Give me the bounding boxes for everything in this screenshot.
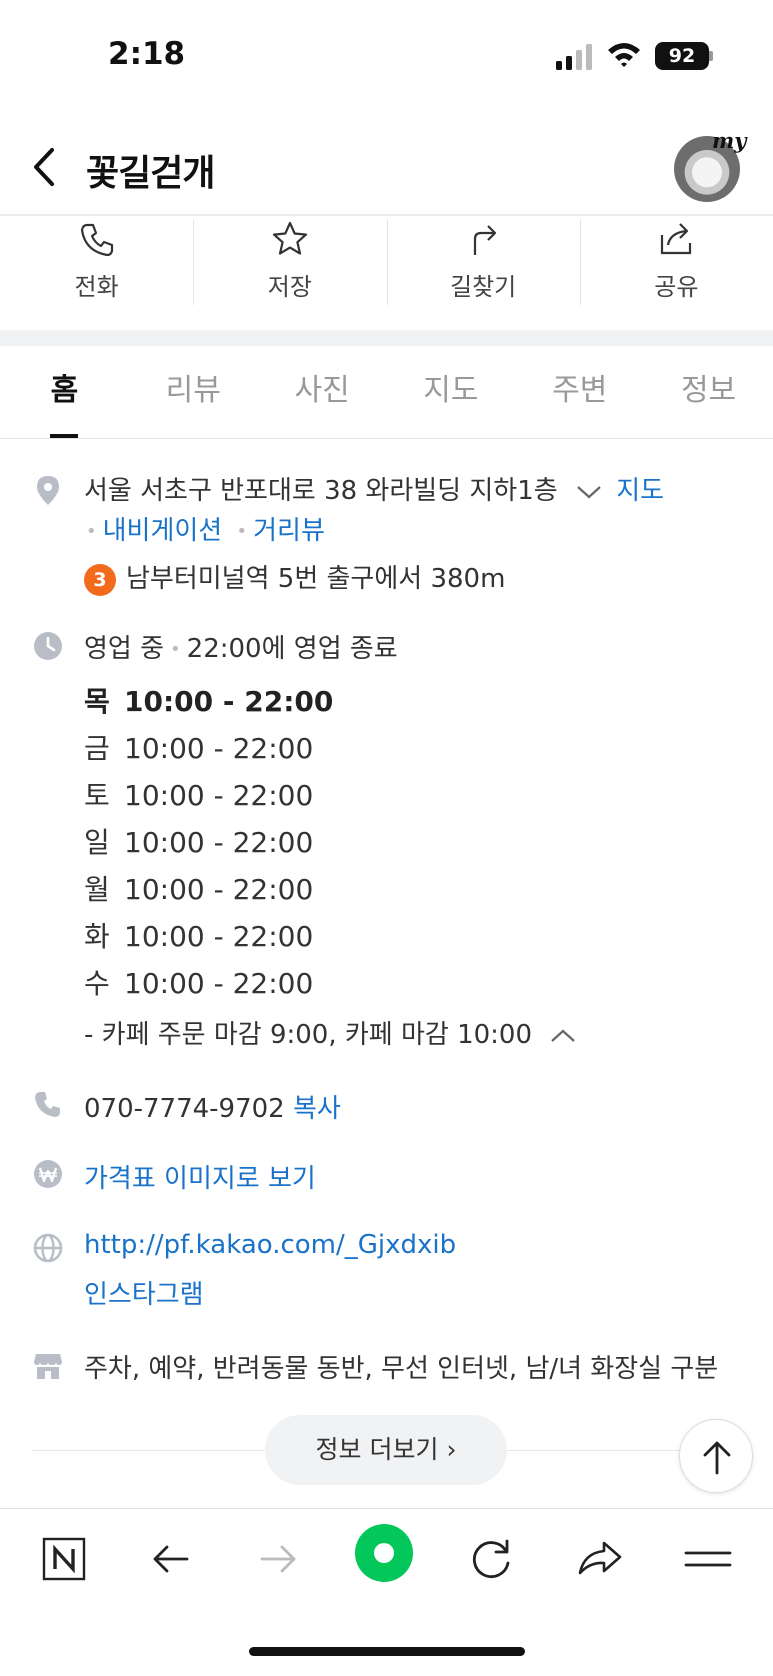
page-title: 꽃길걷개	[86, 153, 215, 194]
share-icon	[661, 223, 692, 255]
tab-reviews[interactable]: 리뷰	[129, 346, 258, 438]
menu-icon[interactable]	[678, 1529, 738, 1589]
tab-photos[interactable]: 사진	[258, 346, 387, 438]
closing-info: 22:00에 영업 종료	[186, 634, 398, 664]
subway-directions-text: 남부터미널역 5번 출구에서 380m	[126, 564, 506, 594]
hours-row: 화 10:00 - 22:00	[84, 915, 333, 962]
phone-number[interactable]: 070-7774-9702	[84, 1094, 285, 1124]
day-label: 화	[84, 920, 110, 953]
day-hours: 10:00 - 22:00	[124, 873, 314, 906]
section-separator	[0, 330, 773, 346]
day-label: 월	[84, 873, 110, 906]
more-info-button[interactable]: 정보 더보기 ›	[265, 1415, 507, 1485]
open-status: 영업 중	[84, 634, 165, 664]
day-hours: 10:00 - 22:00	[124, 732, 314, 765]
hours-row: 금 10:00 - 22:00	[84, 727, 333, 774]
share-button[interactable]: 공유	[579, 215, 773, 310]
tab-nearby[interactable]: 주변	[515, 346, 644, 438]
separator-dot: •	[86, 521, 97, 542]
avatar-badge-label: my	[712, 128, 747, 153]
phone-icon	[80, 223, 113, 257]
tab-info[interactable]: 정보	[644, 346, 773, 438]
wifi-icon	[608, 43, 640, 67]
day-hours: 10:00 - 22:00	[124, 779, 314, 812]
day-label: 금	[84, 732, 110, 765]
hours-note: - 카페 주문 마감 9:00, 카페 마감 10:00	[84, 1020, 533, 1050]
copy-phone-link[interactable]: 복사	[293, 1094, 341, 1124]
back-arrow-icon[interactable]	[26, 142, 66, 192]
signal-icon	[556, 44, 592, 70]
battery-tip	[709, 51, 713, 61]
amenities-text: 주차, 예약, 반려동물 동반, 무선 인터넷, 남/녀 화장실 구분	[84, 1354, 719, 1384]
save-button[interactable]: 저장	[193, 215, 386, 310]
directions-label: 길찾기	[450, 273, 517, 301]
separator-dot: •	[236, 521, 248, 542]
share-arrow-icon[interactable]	[570, 1529, 630, 1589]
call-button[interactable]: 전화	[0, 215, 193, 310]
phone-icon	[35, 1092, 60, 1117]
day-label: 수	[84, 967, 110, 1000]
day-hours: 10:00 - 22:00	[124, 920, 314, 953]
arrow-up-icon	[703, 1441, 731, 1475]
naver-green-dot-icon[interactable]	[354, 1523, 414, 1583]
browser-toolbar	[0, 1508, 773, 1598]
save-label: 저장	[267, 273, 312, 301]
day-label: 목	[84, 685, 110, 718]
clock-icon	[34, 632, 62, 660]
battery-indicator: 92	[655, 42, 709, 70]
scroll-to-top-button[interactable]	[679, 1419, 753, 1493]
action-bar: 전화 저장 길찾기 공유	[0, 215, 773, 310]
location-pin-icon	[37, 476, 59, 505]
forward-arrow-icon[interactable]	[248, 1529, 308, 1589]
directions-button[interactable]: 길찾기	[386, 215, 580, 310]
day-hours: 10:00 - 22:00	[124, 826, 314, 859]
star-icon	[272, 221, 307, 255]
hours-row: 토 10:00 - 22:00	[84, 774, 333, 821]
status-time: 2:18	[108, 36, 186, 72]
weekly-hours-list: 목 10:00 - 22:00 금 10:00 - 22:00 토 10:00 - 2…	[84, 680, 333, 1009]
tab-map[interactable]: 지도	[386, 346, 515, 438]
hours-row-today: 목 10:00 - 22:00	[84, 680, 333, 727]
separator-dot: •	[170, 639, 181, 660]
kakao-channel-link[interactable]: http://pf.kakao.com/_Gjxdxib	[84, 1230, 456, 1260]
chevron-up-icon[interactable]	[550, 1028, 576, 1044]
hours-row: 월 10:00 - 22:00	[84, 868, 333, 915]
subway-line-badge: 3	[84, 563, 116, 596]
back-arrow-icon[interactable]	[141, 1529, 201, 1589]
street-view-link[interactable]: 거리뷰	[253, 516, 325, 546]
won-currency-icon	[34, 1160, 62, 1188]
day-label: 토	[84, 779, 110, 812]
hours-row: 일 10:00 - 22:00	[84, 821, 333, 868]
page-header: 꽃길걷개 my	[0, 120, 773, 216]
naver-home-icon[interactable]	[34, 1529, 94, 1589]
chevron-down-icon[interactable]	[576, 484, 602, 500]
reload-icon[interactable]	[462, 1529, 522, 1589]
navigation-link[interactable]: 내비게이션	[103, 516, 223, 546]
home-indicator	[249, 1647, 525, 1656]
share-label: 공유	[654, 273, 699, 301]
instagram-link[interactable]: 인스타그램	[84, 1274, 456, 1311]
status-bar: 2:18 92	[0, 0, 773, 110]
globe-icon	[33, 1233, 63, 1263]
day-label: 일	[84, 826, 110, 859]
tab-home[interactable]: 홈	[0, 346, 129, 438]
map-link[interactable]: 지도	[616, 476, 664, 506]
day-hours: 10:00 - 22:00	[124, 685, 334, 718]
tab-bar: 홈 리뷰 사진 지도 주변 정보	[0, 346, 773, 439]
directions-icon	[474, 225, 497, 255]
price-image-link[interactable]: 가격표 이미지로 보기	[84, 1164, 316, 1194]
day-hours: 10:00 - 22:00	[124, 967, 314, 1000]
hours-row: 수 10:00 - 22:00	[84, 962, 333, 1009]
store-icon	[34, 1354, 62, 1379]
address-text: 서울 서초구 반포대로 38 와라빌딩 지하1층	[84, 476, 558, 506]
more-info-section: 정보 더보기 ›	[0, 1415, 773, 1485]
call-label: 전화	[74, 273, 119, 301]
